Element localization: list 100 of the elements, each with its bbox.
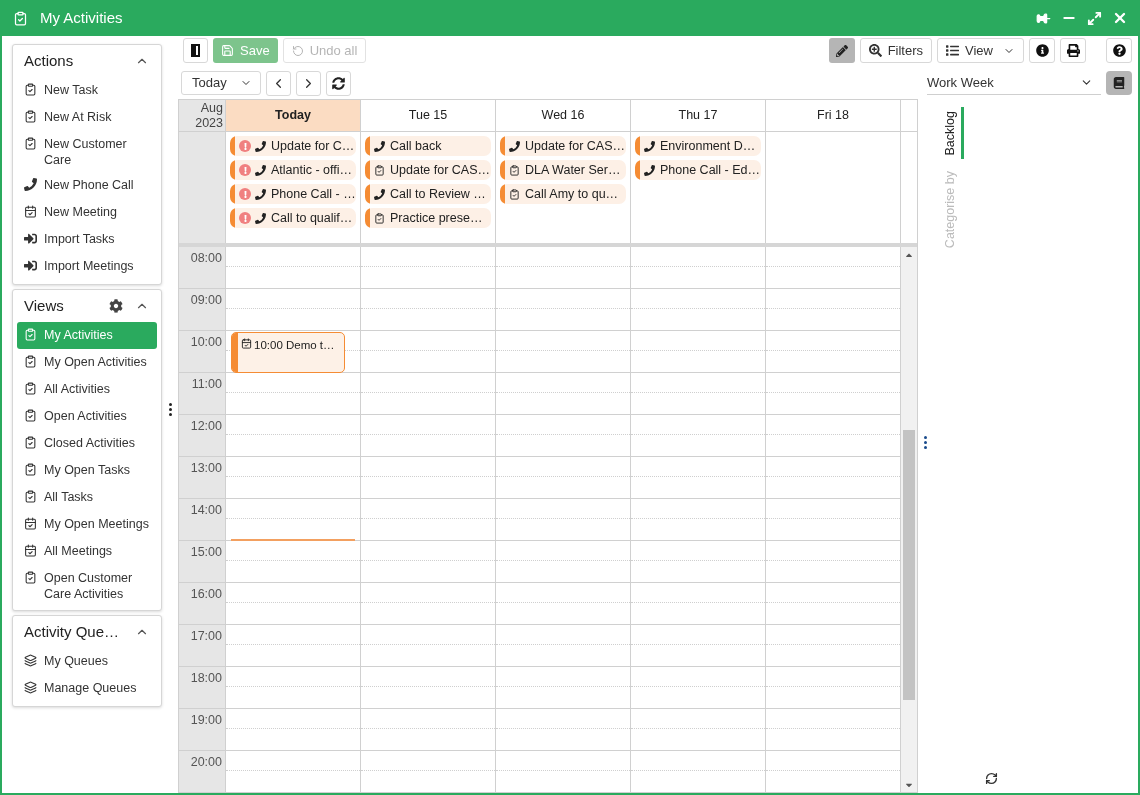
event-chip[interactable]: Update for CAS…	[500, 136, 626, 156]
zoom-in-icon	[868, 44, 882, 57]
calendar-icon	[24, 544, 37, 557]
scrollbar-thumb[interactable]	[903, 430, 915, 700]
sidebar-item[interactable]: My Open Meetings	[17, 511, 157, 538]
maximize-icon[interactable]	[1087, 10, 1102, 26]
event-chip[interactable]: Practice prese…	[365, 208, 491, 228]
print-button[interactable]	[1060, 38, 1086, 63]
time-label: 11:00	[179, 373, 226, 414]
backlog-toggle-button[interactable]	[1106, 71, 1132, 95]
clipboard-icon	[509, 188, 520, 200]
event-chip[interactable]: Atlantic - offi…	[230, 160, 356, 180]
save-icon	[221, 44, 234, 57]
panel-icon	[191, 44, 200, 57]
event-chip[interactable]: Phone Call - …	[230, 184, 356, 204]
sidebar-item[interactable]: My Open Tasks	[17, 457, 157, 484]
sign-in-icon	[24, 259, 37, 272]
sidebar-item[interactable]: All Tasks	[17, 484, 157, 511]
sidebar-item[interactable]: New Customer Care	[17, 131, 157, 172]
event-chip[interactable]: DLA Water Ser…	[500, 160, 626, 180]
clipboard-icon	[24, 571, 37, 584]
splitter-handle-icon[interactable]	[168, 403, 172, 416]
time-label: 10:00	[179, 331, 226, 372]
event-title: Call Amy to qu…	[525, 185, 619, 203]
refresh-icon[interactable]	[985, 772, 998, 785]
clipboard-icon	[24, 463, 37, 476]
sidebar-item[interactable]: New Meeting	[17, 199, 157, 226]
clipboard-icon	[24, 110, 37, 123]
sidebar-item[interactable]: My Open Activities	[17, 349, 157, 376]
print-icon	[1066, 44, 1080, 57]
phone-icon	[255, 164, 266, 176]
event-chip[interactable]: Call to qualif…	[230, 208, 356, 228]
sidebar-item[interactable]: All Activities	[17, 376, 157, 403]
sidebar-item[interactable]: New Phone Call	[17, 172, 157, 199]
time-label: 13:00	[179, 457, 226, 498]
splitter-handle-icon[interactable]	[924, 435, 927, 449]
window-title: My Activities	[40, 7, 123, 28]
sidebar-item[interactable]: New Task	[17, 77, 157, 104]
month-year-label: Aug 2023	[179, 100, 226, 131]
event-title: Environment D…	[660, 137, 756, 155]
sidebar-item[interactable]: Import Meetings	[17, 253, 157, 280]
filters-button[interactable]: Filters	[859, 38, 933, 63]
period-dropdown[interactable]: Work Week	[927, 71, 1101, 95]
close-icon[interactable]	[1112, 10, 1128, 26]
list-icon	[946, 44, 960, 57]
undo-icon	[291, 44, 304, 57]
event-title: Atlantic - offi…	[271, 161, 353, 179]
edit-button[interactable]	[828, 38, 855, 63]
sidebar-item[interactable]: Open Customer Care Activities	[17, 565, 157, 606]
phone-icon	[255, 212, 266, 224]
clipboard-icon	[24, 328, 37, 341]
event-title: Update for CAS…	[525, 137, 626, 155]
calendar-icon	[241, 338, 252, 349]
next-button[interactable]	[296, 70, 321, 96]
sidebar-item[interactable]: Open Activities	[17, 403, 157, 430]
sidebar-item[interactable]: Manage Queues	[17, 675, 157, 702]
info-button[interactable]	[1029, 38, 1055, 63]
settings-icon[interactable]	[109, 299, 123, 313]
section-title: Views	[24, 295, 65, 316]
clipboard-icon	[24, 382, 37, 395]
book-icon	[1113, 77, 1125, 89]
side-tab[interactable]: Backlog	[940, 107, 964, 160]
clipboard-icon	[374, 164, 385, 176]
sidebar-item[interactable]: My Queues	[17, 648, 157, 675]
sidebar-item[interactable]: Closed Activities	[17, 430, 157, 457]
section-title: Actions	[24, 50, 75, 71]
previous-button[interactable]	[266, 70, 291, 96]
event-title: Call back	[390, 137, 442, 155]
pencil-icon	[835, 44, 848, 57]
event-title: Phone Call - …	[271, 185, 356, 203]
event-chip[interactable]: Environment D…	[635, 136, 761, 156]
clipboard-icon	[509, 164, 520, 176]
calendar-icon	[24, 517, 37, 530]
event-chip[interactable]: Call back	[365, 136, 491, 156]
event-chip[interactable]: Call to Review …	[365, 184, 491, 204]
refresh-button[interactable]	[326, 70, 351, 96]
time-label: 18:00	[179, 667, 226, 708]
event-block[interactable]: 10:00 Demo t…	[231, 332, 345, 373]
phone-icon	[644, 164, 655, 176]
sidebar-item[interactable]: All Meetings	[17, 538, 157, 565]
clipboard-icon	[374, 212, 385, 224]
clipboard-icon	[24, 409, 37, 422]
event-chip[interactable]: Call Amy to qu…	[500, 184, 626, 204]
event-chip[interactable]: Update for C…	[230, 136, 356, 156]
sidebar-item[interactable]: New At Risk	[17, 104, 157, 131]
scrollbar[interactable]	[901, 247, 917, 792]
sidebar-toggle-button[interactable]	[183, 38, 208, 63]
phone-icon	[24, 178, 37, 191]
day-header[interactable]: Today	[226, 100, 361, 131]
sidebar-item[interactable]: Import Tasks	[17, 226, 157, 253]
event-title: Phone Call - Ed…	[660, 161, 761, 179]
pin-icon[interactable]	[1036, 10, 1051, 26]
view-button[interactable]: View	[937, 38, 1024, 63]
event-title: DLA Water Ser…	[525, 161, 621, 179]
event-chip[interactable]: Update for CAS…	[365, 160, 491, 180]
help-icon	[1112, 44, 1126, 57]
range-dropdown[interactable]: Today	[181, 71, 261, 95]
help-button[interactable]	[1106, 38, 1132, 63]
event-title: Call to Review …	[390, 185, 486, 203]
event-chip[interactable]: Phone Call - Ed…	[635, 160, 761, 180]
